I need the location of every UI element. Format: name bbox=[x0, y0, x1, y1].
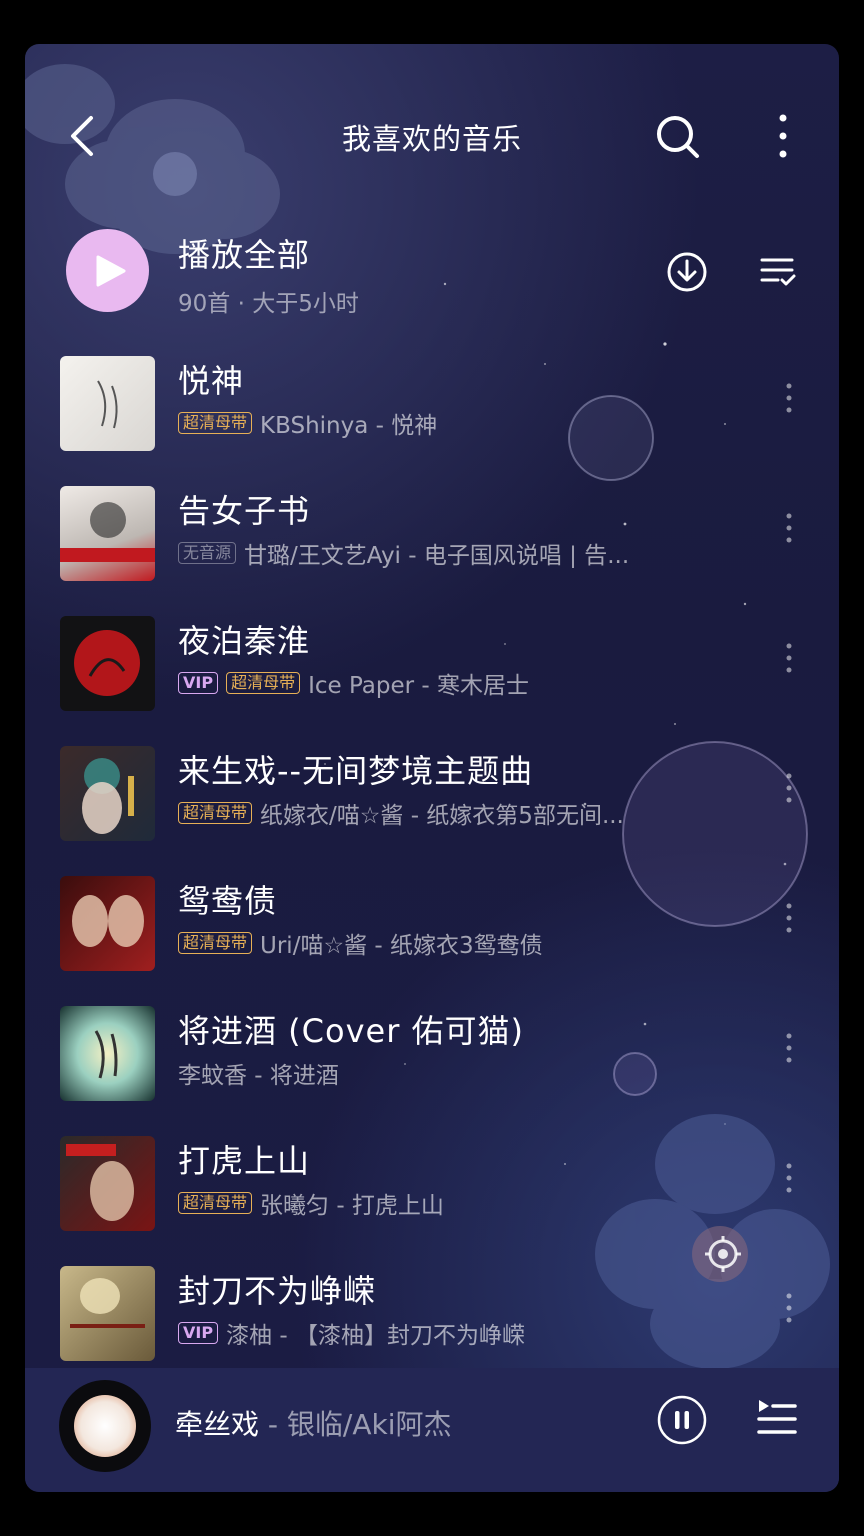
top-bar: 我喜欢的音乐 bbox=[25, 44, 839, 224]
playlist-icon bbox=[757, 1400, 797, 1434]
search-icon bbox=[657, 116, 699, 158]
more-vertical-icon bbox=[779, 114, 787, 158]
song-artist-album: 漆柚 - 【漆柚】封刀不为峥嵘 bbox=[226, 1323, 525, 1348]
more-options-button[interactable] bbox=[770, 112, 796, 160]
locate-current-song-button[interactable] bbox=[703, 1234, 743, 1274]
locate-icon bbox=[705, 1236, 741, 1272]
song-subtitle: VIP 超清母带 Ice Paper - 寒木居士 bbox=[178, 668, 529, 698]
song-title: 打虎上山 bbox=[178, 1142, 311, 1180]
multi-select-button[interactable] bbox=[758, 252, 798, 292]
search-button[interactable] bbox=[655, 114, 701, 160]
quality-badge: 超清母带 bbox=[178, 932, 253, 954]
album-cover bbox=[60, 746, 155, 841]
playlist-button[interactable] bbox=[757, 1398, 797, 1438]
song-title: 封刀不为峥嵘 bbox=[178, 1272, 377, 1310]
song-row[interactable]: 悦神 超清母带 KBShinya - 悦神 bbox=[25, 356, 839, 466]
song-row[interactable]: 夜泊秦淮 VIP 超清母带 Ice Paper - 寒木居士 bbox=[25, 616, 839, 726]
song-artist-album: 甘璐/王文艺Ayi - 电子国风说唱 | 告... bbox=[244, 543, 630, 568]
song-row[interactable]: 告女子书 无音源 甘璐/王文艺Ayi - 电子国风说唱 | 告... bbox=[25, 486, 839, 596]
song-row[interactable]: 鸳鸯债 超清母带 Uri/喵☆酱 - 纸嫁衣3鸳鸯债 bbox=[25, 876, 839, 986]
song-subtitle: 无音源 甘璐/王文艺Ayi - 电子国风说唱 | 告... bbox=[178, 538, 629, 568]
quality-badge: 超清母带 bbox=[226, 672, 301, 694]
song-more-icon[interactable] bbox=[780, 640, 798, 680]
song-title: 鸳鸯债 bbox=[178, 882, 278, 920]
song-more-icon[interactable] bbox=[780, 1160, 798, 1200]
album-cover bbox=[60, 1006, 155, 1101]
page-title: 我喜欢的音乐 bbox=[341, 122, 522, 156]
song-title: 夜泊秦淮 bbox=[178, 622, 311, 660]
song-subtitle: VIP 漆柚 - 【漆柚】封刀不为峥嵘 bbox=[178, 1318, 525, 1348]
phone-screen: 我喜欢的音乐 播放全部 90首 · 大于5小时 悦神 超清母带 KBShinya… bbox=[25, 44, 839, 1492]
quality-badge: 超清母带 bbox=[178, 412, 253, 434]
quality-badge: 超清母带 bbox=[178, 1192, 253, 1214]
pause-icon bbox=[657, 1395, 707, 1445]
now-playing-artist: - 银临/Aki阿杰 bbox=[259, 1408, 452, 1441]
pause-button[interactable] bbox=[657, 1395, 707, 1445]
song-more-icon[interactable] bbox=[780, 1030, 798, 1070]
vip-badge: VIP bbox=[178, 1322, 219, 1344]
play-icon bbox=[96, 255, 126, 287]
list-check-icon bbox=[760, 258, 796, 286]
download-icon bbox=[667, 252, 707, 292]
album-cover bbox=[60, 876, 155, 971]
album-cover bbox=[60, 1266, 155, 1361]
song-artist-album: 张曦匀 - 打虎上山 bbox=[260, 1193, 444, 1218]
song-subtitle: 李蚊香 - 将进酒 bbox=[178, 1058, 339, 1088]
now-playing-text[interactable]: 牵丝戏 - 银临/Aki阿杰 bbox=[175, 1403, 452, 1443]
album-cover bbox=[60, 616, 155, 711]
song-title: 悦神 bbox=[178, 362, 245, 400]
vip-badge: VIP bbox=[178, 672, 219, 694]
now-playing-cover bbox=[74, 1395, 136, 1457]
song-row[interactable]: 打虎上山 超清母带 张曦匀 - 打虎上山 bbox=[25, 1136, 839, 1246]
song-row[interactable]: 来生戏--无间梦境主题曲 超清母带 纸嫁衣/喵☆酱 - 纸嫁衣第5部无间... bbox=[25, 746, 839, 856]
album-cover bbox=[60, 486, 155, 581]
download-all-button[interactable] bbox=[665, 250, 709, 294]
song-artist-album: Uri/喵☆酱 - 纸嫁衣3鸳鸯债 bbox=[260, 933, 543, 958]
song-subtitle: 超清母带 Uri/喵☆酱 - 纸嫁衣3鸳鸯债 bbox=[178, 928, 543, 958]
song-more-icon[interactable] bbox=[780, 1290, 798, 1330]
now-playing-title: 牵丝戏 bbox=[175, 1408, 260, 1441]
no-source-badge: 无音源 bbox=[178, 542, 237, 564]
song-subtitle: 超清母带 纸嫁衣/喵☆酱 - 纸嫁衣第5部无间... bbox=[178, 798, 624, 828]
song-artist-album: KBShinya - 悦神 bbox=[260, 413, 438, 438]
song-row[interactable]: 将进酒 (Cover 佑可猫) 李蚊香 - 将进酒 bbox=[25, 1006, 839, 1116]
quality-badge: 超清母带 bbox=[178, 802, 253, 824]
song-subtitle: 超清母带 张曦匀 - 打虎上山 bbox=[178, 1188, 444, 1218]
play-all-label[interactable]: 播放全部 bbox=[178, 230, 310, 276]
play-all-button[interactable] bbox=[66, 229, 149, 312]
album-cover bbox=[60, 356, 155, 451]
song-row[interactable]: 封刀不为峥嵘 VIP 漆柚 - 【漆柚】封刀不为峥嵘 bbox=[25, 1266, 839, 1376]
song-title: 来生戏--无间梦境主题曲 bbox=[178, 752, 534, 790]
song-subtitle: 超清母带 KBShinya - 悦神 bbox=[178, 408, 437, 438]
song-more-icon[interactable] bbox=[780, 510, 798, 550]
album-cover bbox=[60, 1136, 155, 1231]
song-title: 将进酒 (Cover 佑可猫) bbox=[178, 1012, 525, 1050]
song-artist-album: Ice Paper - 寒木居士 bbox=[308, 673, 530, 698]
playlist-meta: 90首 · 大于5小时 bbox=[178, 291, 359, 317]
song-title: 告女子书 bbox=[178, 492, 311, 530]
song-more-icon[interactable] bbox=[780, 900, 798, 940]
song-artist-album: 李蚊香 - 将进酒 bbox=[178, 1063, 339, 1088]
now-playing-disc[interactable] bbox=[59, 1380, 151, 1472]
song-more-icon[interactable] bbox=[780, 770, 798, 810]
song-more-icon[interactable] bbox=[780, 380, 798, 420]
song-artist-album: 纸嫁衣/喵☆酱 - 纸嫁衣第5部无间... bbox=[260, 803, 624, 828]
mini-player[interactable]: 牵丝戏 - 银临/Aki阿杰 bbox=[25, 1368, 839, 1492]
